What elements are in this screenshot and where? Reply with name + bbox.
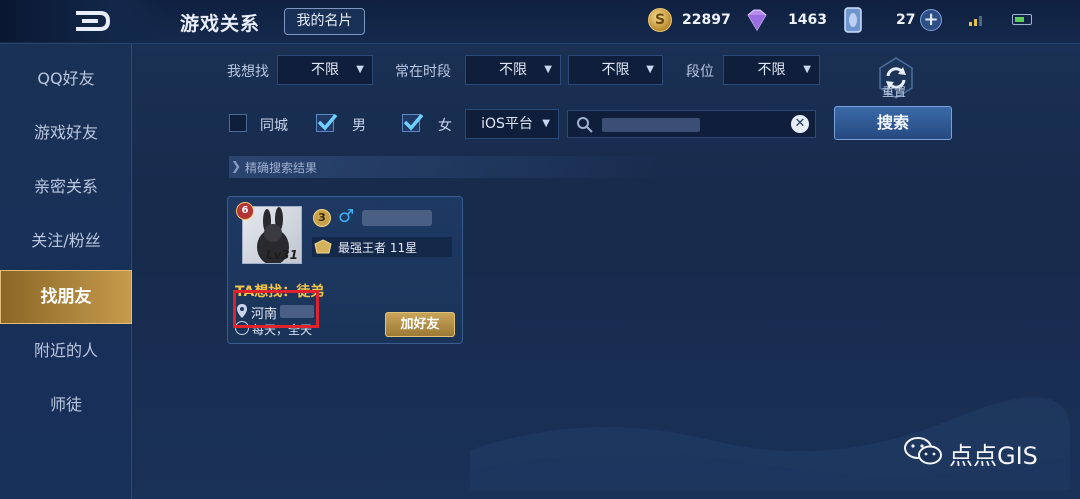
- search-input[interactable]: ✕: [567, 110, 816, 138]
- rank-value: 不限: [757, 62, 786, 78]
- chevron-down-icon: ▼: [544, 64, 552, 75]
- chevron-down-icon: ▼: [356, 64, 364, 75]
- time-dropdown-2[interactable]: 不限 ▼: [568, 55, 663, 85]
- signal-icon: [969, 16, 982, 26]
- clear-icon[interactable]: ✕: [791, 115, 809, 133]
- diamond-amount: 1463: [788, 12, 827, 28]
- highlight-box: [233, 290, 319, 328]
- time-value-2: 不限: [601, 62, 630, 78]
- page-title: 游戏关系: [180, 13, 261, 35]
- sidebar: QQ好友 游戏好友 亲密关系 关注/粉丝 找朋友 附近的人 师徒: [0, 44, 132, 499]
- diamond-balance: 1463: [786, 9, 836, 33]
- female-checkbox[interactable]: [402, 113, 424, 132]
- rank-text: 最强王者 11星: [338, 241, 418, 255]
- add-friend-button[interactable]: 加好友: [385, 312, 455, 337]
- rank-label: 段位: [686, 64, 714, 80]
- avatar-level: Lv31: [265, 248, 298, 262]
- male-icon: ♂: [338, 206, 355, 227]
- reset-label: 重置: [882, 85, 907, 99]
- watermark-text: 点点GIS: [949, 442, 1038, 470]
- search-value-redacted: [602, 118, 700, 132]
- chevron-right-icon: ❯: [231, 159, 242, 173]
- gold-amount: 22897: [682, 12, 731, 28]
- search-button[interactable]: 搜索: [834, 106, 952, 140]
- sidebar-item-qq-friends[interactable]: QQ好友: [0, 52, 132, 106]
- want-dropdown[interactable]: 不限 ▼: [277, 55, 373, 85]
- top-bar: 游戏关系 我的名片 S 22897 1463 27 +: [0, 0, 1080, 44]
- checkmark-icon: [317, 113, 338, 131]
- want-label: 我想找: [227, 64, 269, 80]
- sidebar-item-find-friends[interactable]: 找朋友: [0, 270, 132, 324]
- sidebar-item-nearby[interactable]: 附近的人: [0, 324, 132, 378]
- honor-level-badge: 3: [313, 209, 331, 227]
- section-title: 精确搜索结果: [245, 161, 318, 175]
- checkmark-icon: [403, 113, 424, 131]
- player-name-redacted: [362, 210, 432, 226]
- sidebar-item-game-friends[interactable]: 游戏好友: [0, 106, 132, 160]
- sidebar-item-follow-fans[interactable]: 关注/粉丝: [0, 214, 132, 268]
- chevron-down-icon: ▼: [542, 118, 550, 129]
- wechat-icon: [904, 437, 942, 465]
- male-label: 男: [352, 118, 366, 134]
- recharge-plus-button[interactable]: +: [920, 9, 942, 31]
- gold-balance: 22897: [680, 9, 740, 33]
- battery-icon: [1012, 14, 1032, 25]
- platform-dropdown[interactable]: iOS平台 ▼: [465, 109, 559, 139]
- vip-badge: 6: [236, 202, 254, 220]
- chevron-down-icon: ▼: [803, 64, 811, 75]
- sidebar-item-intimate[interactable]: 亲密关系: [0, 160, 132, 214]
- female-label: 女: [438, 118, 452, 134]
- rank-dropdown[interactable]: 不限 ▼: [723, 55, 820, 85]
- same-city-label: 同城: [260, 118, 288, 134]
- diamond-icon: [747, 9, 767, 31]
- coupon-balance: 27: [894, 9, 918, 33]
- chevron-down-icon: ▼: [646, 64, 654, 75]
- section-header: ❯ 精确搜索结果: [229, 156, 661, 178]
- want-value: 不限: [311, 62, 339, 78]
- coupon-amount: 27: [896, 12, 916, 28]
- back-icon: [76, 11, 111, 31]
- sidebar-item-mentor[interactable]: 师徒: [0, 378, 132, 432]
- my-card-button[interactable]: 我的名片: [284, 8, 365, 35]
- platform-value: iOS平台: [481, 116, 533, 132]
- rank-row: 最强王者 11星: [312, 237, 452, 257]
- search-icon: [577, 117, 593, 133]
- time-label: 常在时段: [395, 64, 451, 80]
- same-city-checkbox[interactable]: [229, 114, 247, 132]
- back-button[interactable]: [0, 0, 168, 42]
- time-dropdown-1[interactable]: 不限 ▼: [465, 55, 561, 85]
- coupon-icon: [844, 7, 862, 33]
- time-value-1: 不限: [499, 62, 527, 78]
- rank-badge-icon: [314, 239, 332, 254]
- gold-coin-icon: S: [648, 8, 672, 32]
- male-checkbox[interactable]: [316, 113, 338, 132]
